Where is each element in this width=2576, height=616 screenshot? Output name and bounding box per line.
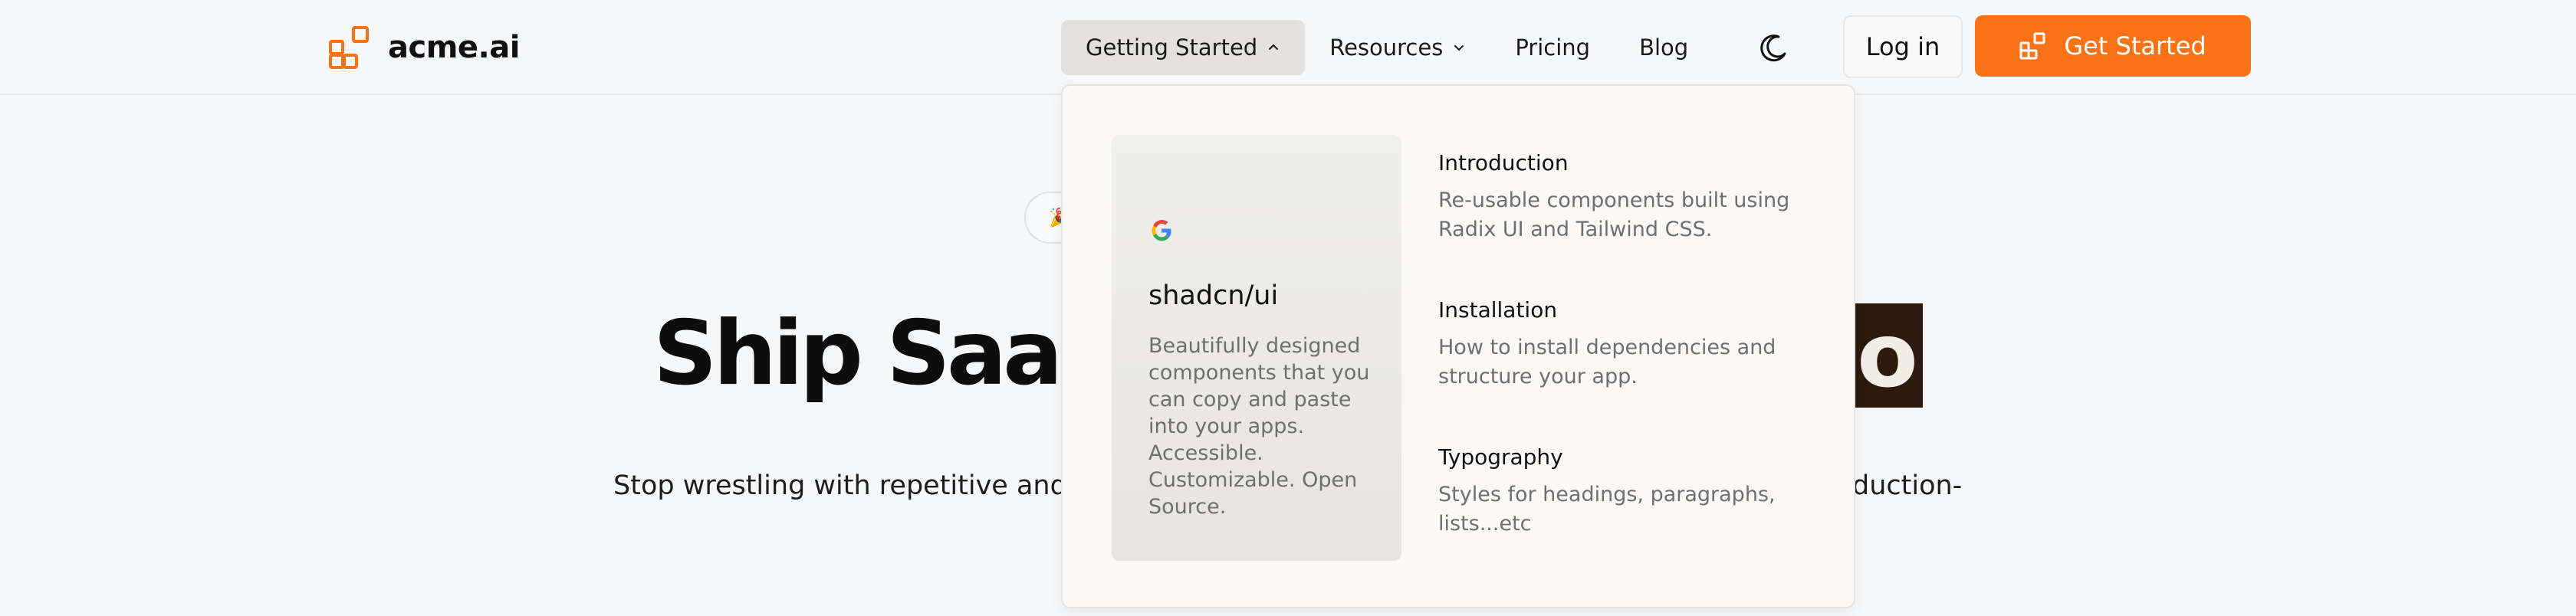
nav-item-label: Pricing: [1515, 34, 1591, 61]
nav-item-blog[interactable]: Blog: [1615, 20, 1713, 75]
google-icon: [1152, 220, 1171, 241]
nav-item-pricing[interactable]: Pricing: [1490, 20, 1615, 75]
brand-logo[interactable]: acme.ai: [328, 25, 520, 70]
link-description: How to install dependencies and structur…: [1438, 336, 1776, 388]
hero-subtitle-end: duction-: [1852, 470, 1963, 501]
nav-item-resources[interactable]: Resources: [1305, 20, 1490, 75]
dropdown-link-typography[interactable]: Typography Styles for headings, paragrap…: [1438, 444, 1814, 539]
get-started-button[interactable]: Get Started: [1975, 15, 2251, 77]
theme-toggle-button[interactable]: [1756, 31, 1791, 66]
chevron-up-icon: [1269, 44, 1279, 50]
link-title: Installation: [1438, 297, 1558, 323]
featured-description: Beautifully designed components that you…: [1148, 334, 1370, 519]
brand-name: acme.ai: [388, 30, 520, 65]
dropdown-link-installation[interactable]: Installation How to install dependencies…: [1438, 297, 1814, 392]
link-title: Introduction: [1438, 150, 1569, 175]
site-header: acme.ai Getting Started Resources Pricin…: [0, 0, 2576, 95]
getting-started-dropdown: shadcn/ui Beautifully designed component…: [1061, 84, 1855, 608]
hero-title: Ship SaaS: [653, 302, 1123, 405]
link-description: Styles for headings, paragraphs, lists..…: [1438, 483, 1776, 536]
hero-subtitle: Stop wrestling with repetitive and l: [613, 470, 1083, 501]
chevron-down-icon: [1454, 45, 1464, 51]
nav-item-label: Resources: [1329, 34, 1444, 61]
nav-item-label: Blog: [1639, 34, 1689, 61]
login-button[interactable]: Log in: [1843, 15, 1963, 78]
logo-icon: [328, 25, 371, 70]
hero-title-highlight: o: [1852, 303, 1923, 408]
moon-icon: [1760, 34, 1786, 62]
featured-title: shadcn/ui: [1148, 280, 1279, 311]
logo-icon: [2019, 32, 2045, 60]
link-title: Typography: [1438, 444, 1563, 470]
nav-item-label: Getting Started: [1086, 34, 1258, 61]
nav-item-getting-started[interactable]: Getting Started: [1061, 20, 1306, 75]
featured-card[interactable]: shadcn/ui Beautifully designed component…: [1112, 135, 1401, 561]
dropdown-link-introduction[interactable]: Introduction Re-usable components built …: [1438, 150, 1814, 244]
main-nav: Getting Started Resources Pricing Blog: [1061, 20, 1713, 75]
get-started-label: Get Started: [2064, 31, 2206, 61]
link-description: Re-usable components built using Radix U…: [1438, 188, 1790, 241]
